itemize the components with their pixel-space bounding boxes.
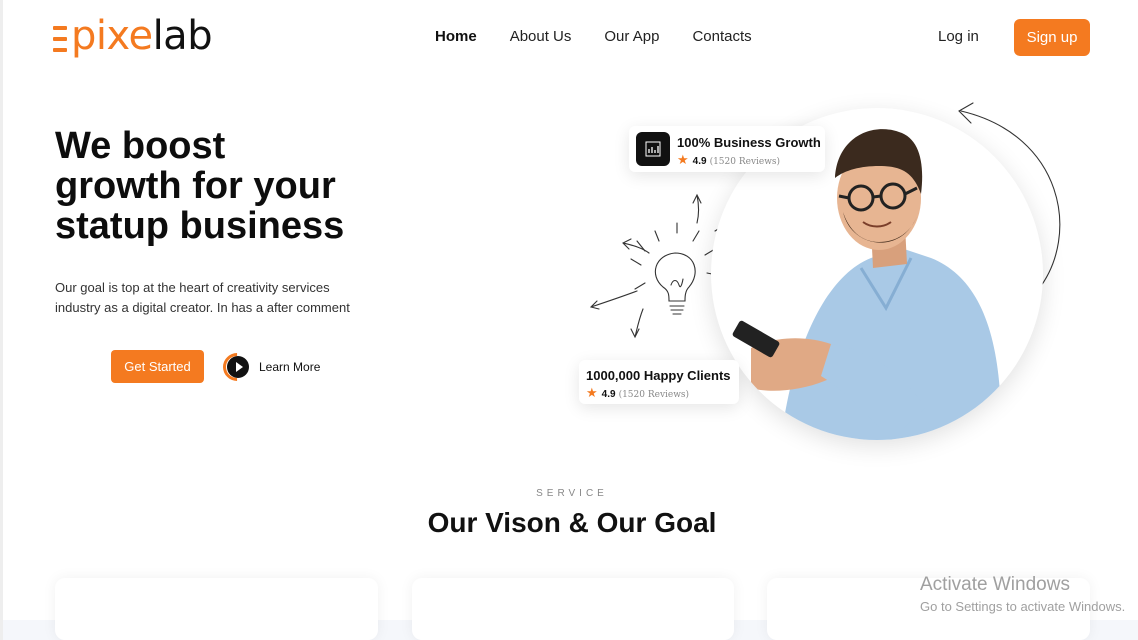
watermark-line: Activate Windows bbox=[920, 574, 1070, 595]
star-icon: ★ bbox=[677, 152, 689, 167]
hero-title-line: We boost bbox=[55, 125, 226, 167]
hero-title-line: statup business bbox=[55, 205, 345, 247]
logo-suffix: lab bbox=[152, 13, 213, 59]
stat-card-rating: ★ 4.9 (1520 Reviews) bbox=[586, 385, 689, 401]
logo[interactable]: pixe lab bbox=[53, 13, 213, 59]
hero-subtitle-line: Our goal is top at the heart of creativi… bbox=[55, 280, 330, 295]
section-title: Our Vison & Our Goal bbox=[427, 507, 717, 538]
star-icon: ★ bbox=[586, 385, 598, 400]
nav-about-us[interactable]: About Us bbox=[510, 28, 572, 45]
service-card[interactable] bbox=[55, 578, 378, 640]
stat-card-rating: ★ 4.9 (1520 Reviews) bbox=[677, 152, 780, 168]
section-eyebrow: SERVICE bbox=[536, 488, 608, 499]
hero-subtitle: Our goal is top at the heart of creativi… bbox=[55, 278, 375, 318]
hero-subtitle-line: industry as a digital creator. In has a … bbox=[55, 300, 350, 315]
windows-activation-watermark: Activate Windows Go to Settings to activ… bbox=[920, 574, 1125, 614]
nav-our-app[interactable]: Our App bbox=[604, 28, 659, 45]
rating-value: 4.9 bbox=[601, 389, 616, 400]
logo-prefix: pixe bbox=[71, 13, 153, 59]
review-count: (1520 Reviews) bbox=[709, 157, 781, 167]
watermark-line: Go to Settings to activate Windows. bbox=[920, 599, 1126, 614]
chart-icon bbox=[636, 132, 670, 166]
signup-button[interactable]: Sign up bbox=[1014, 19, 1090, 56]
stat-card-title: 100% Business Growth bbox=[677, 135, 821, 150]
play-icon[interactable] bbox=[227, 356, 249, 378]
login-link[interactable]: Log in bbox=[938, 28, 979, 45]
stat-card-growth: 100% Business Growth ★ 4.9 (1520 Reviews) bbox=[629, 126, 825, 172]
hero-title: We boost growth for your statup business bbox=[55, 126, 415, 246]
stat-card-clients: 1000,000 Happy Clients ★ 4.9 (1520 Reviews… bbox=[579, 360, 739, 404]
rating-value: 4.9 bbox=[692, 156, 707, 167]
landing-page: pixe lab Home About Us Our App Contacts L… bbox=[0, 0, 1138, 640]
review-count: (1520 Reviews) bbox=[618, 390, 690, 400]
nav-contacts[interactable]: Contacts bbox=[692, 28, 751, 45]
stat-card-title: 1000,000 Happy Clients bbox=[586, 368, 731, 383]
nav-home[interactable]: Home bbox=[435, 28, 477, 45]
logo-e-mark bbox=[53, 26, 67, 52]
get-started-button[interactable]: Get Started bbox=[111, 350, 204, 383]
hero-title-line: growth for your bbox=[55, 165, 336, 207]
service-card[interactable] bbox=[412, 578, 734, 640]
learn-more-label: Learn More bbox=[259, 360, 321, 374]
main-nav: Home About Us Our App Contacts bbox=[435, 28, 785, 45]
